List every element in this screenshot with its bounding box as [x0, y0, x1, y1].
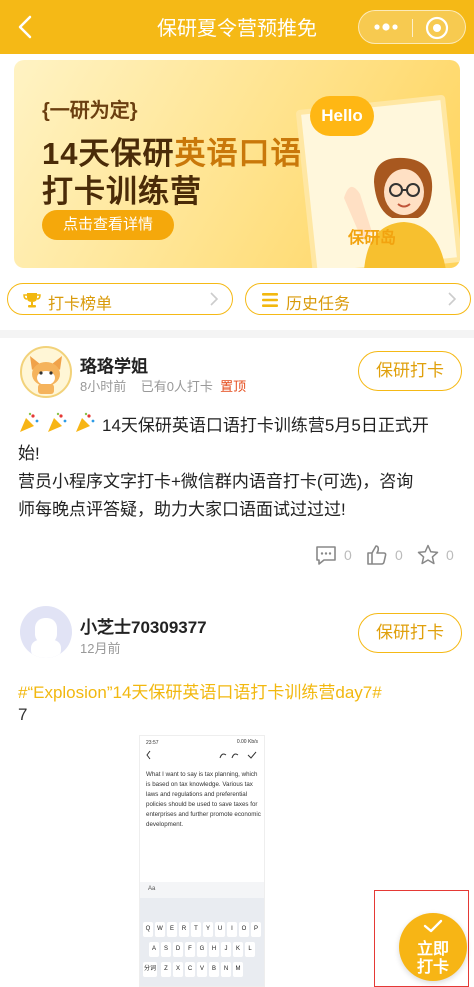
keyboard-key: T: [191, 922, 201, 937]
keyboard-key: P: [251, 922, 261, 937]
keyboard-row-1: QWERTYUIOP: [143, 922, 263, 940]
checkin-now-button[interactable]: 立即 打卡: [399, 913, 467, 981]
keyboard-key: H: [209, 942, 219, 957]
capsule-divider: [412, 19, 413, 37]
keyboard-key: B: [209, 962, 219, 977]
keyboard-key: L: [245, 942, 255, 957]
promo-banner[interactable]: {一研为定} 14天保研英语口语 打卡训练营 点击查看详情 Hello 保研岛: [14, 60, 460, 268]
post-body-text: 14天保研英语口语打卡训练营5月5日正式开: [102, 416, 429, 435]
keyboard-key: S: [161, 942, 171, 957]
post-body: 14天保研英语口语打卡训练营5月5日正式开 始! 营员小程序文字打卡+微信群内语…: [18, 412, 463, 524]
keyboard-key: D: [173, 942, 183, 957]
screenshot-nav-icons: [146, 750, 257, 760]
keyboard-key: K: [233, 942, 243, 957]
screenshot-keyboard: Aa QWERTYUIOP ASDFGHJKL 分词 Z X C V B N M: [140, 882, 264, 986]
teacher-illustration: [344, 157, 446, 268]
post-topic-tag[interactable]: #“Explosion”14天保研英语口语打卡训练营day7#: [18, 678, 382, 703]
keyboard-key: C: [185, 962, 195, 977]
keyboard-key: Z: [161, 962, 171, 977]
brand-logo-text: 保研岛: [348, 230, 397, 247]
party-popper-icon: [48, 412, 67, 432]
thumbs-up-icon: [367, 545, 387, 565]
screenshot-toolbar: Aa: [140, 882, 264, 898]
history-tasks-label: 历史任务: [286, 296, 351, 313]
keyboard-key: G: [197, 942, 207, 957]
like-button[interactable]: 0: [365, 543, 405, 569]
party-popper-icon: [76, 412, 95, 432]
chevron-right-icon: [448, 292, 457, 306]
post-image[interactable]: 23:57 0.00 Kb/s What I want to say is ta…: [139, 735, 265, 987]
keyboard-key: F: [185, 942, 195, 957]
list-icon: [262, 293, 278, 307]
pinned-badge: 置顶: [220, 379, 247, 394]
keyboard-row-2: ASDFGHJKL: [143, 942, 263, 960]
star-icon: [417, 544, 439, 565]
party-popper-icon: [20, 412, 39, 432]
checkin-count: 已有0人打卡: [140, 379, 213, 394]
close-miniprogram-icon[interactable]: [424, 15, 450, 41]
checkin-button[interactable]: 保研打卡: [358, 613, 462, 653]
fox-avatar-icon: [30, 356, 62, 394]
leaderboard-label: 打卡榜单: [48, 296, 113, 313]
leaderboard-link[interactable]: 打卡榜单: [7, 283, 233, 315]
keyboard-key: J: [221, 942, 231, 957]
mini-program-capsule: [358, 10, 466, 44]
keyboard-row-3: 分词 Z X C V B N M: [143, 962, 263, 980]
keyboard-key: V: [197, 962, 207, 977]
post-body-line: 14天保研英语口语打卡训练营5月5日正式开: [18, 412, 463, 440]
keyboard-key: A: [149, 942, 159, 957]
highlight-box: 立即 打卡: [374, 890, 469, 987]
post-time: 12月前: [80, 641, 121, 656]
keyboard-key: E: [167, 922, 177, 937]
post-time: 8小时前: [80, 379, 127, 394]
screenshot-text: What I want to say is tax planning, whic…: [146, 771, 261, 828]
comment-icon: [316, 546, 336, 565]
trophy-icon: [23, 293, 41, 308]
keyboard-key-segment: 分词: [143, 962, 157, 977]
post-body-text: 7: [18, 705, 28, 724]
avatar[interactable]: [20, 346, 72, 398]
post-body-line: 师每晚点评答疑，助力大家口语面试过过过!: [18, 500, 346, 519]
comment-count: 0: [344, 547, 352, 563]
post-meta: 8小时前 已有0人打卡 置顶: [80, 376, 246, 395]
chevron-right-icon: [210, 292, 219, 306]
author-name[interactable]: 珞珞学姐: [80, 352, 148, 377]
keyboard-key: I: [227, 922, 237, 937]
screenshot-time: 23:57: [146, 740, 159, 746]
screenshot-status: 0.00 Kb/s: [236, 739, 258, 745]
favorite-button[interactable]: 0: [416, 543, 456, 569]
keyboard-key: M: [233, 962, 243, 977]
more-dots-icon[interactable]: [369, 17, 403, 37]
keyboard-key: U: [215, 922, 225, 937]
comment-button[interactable]: 0: [314, 543, 354, 569]
post-body-line: 营员小程序文字打卡+微信群内语音打卡(可选)，咨询: [18, 472, 414, 491]
keyboard-key: O: [239, 922, 249, 937]
avatar[interactable]: [20, 606, 72, 658]
author-name[interactable]: 小芝士70309377: [80, 613, 207, 638]
favorite-count: 0: [446, 547, 454, 563]
keyboard-key: Y: [203, 922, 213, 937]
checkin-now-line2: 打卡: [416, 959, 449, 976]
section-divider: [0, 330, 474, 338]
default-avatar-icon: [31, 618, 61, 658]
keyboard-key: R: [179, 922, 189, 937]
check-icon: [423, 919, 443, 933]
post-body-line: 始!: [18, 444, 40, 463]
banner-title-line2: 打卡训练营: [42, 174, 202, 209]
screenshot-tool-label: Aa: [148, 886, 156, 892]
nav-bar: 保研夏令营预推免: [0, 0, 474, 54]
history-tasks-link[interactable]: 历史任务: [245, 283, 471, 315]
keyboard-key: W: [155, 922, 165, 937]
keyboard-key: Q: [143, 922, 153, 937]
like-count: 0: [395, 547, 403, 563]
checkin-button[interactable]: 保研打卡: [358, 351, 462, 391]
hello-bubble: Hello: [310, 96, 374, 136]
banner-subtitle: {一研为定}: [42, 100, 138, 122]
keyboard-key: N: [221, 962, 231, 977]
view-details-button[interactable]: 点击查看详情: [42, 210, 174, 240]
keyboard-key: X: [173, 962, 183, 977]
